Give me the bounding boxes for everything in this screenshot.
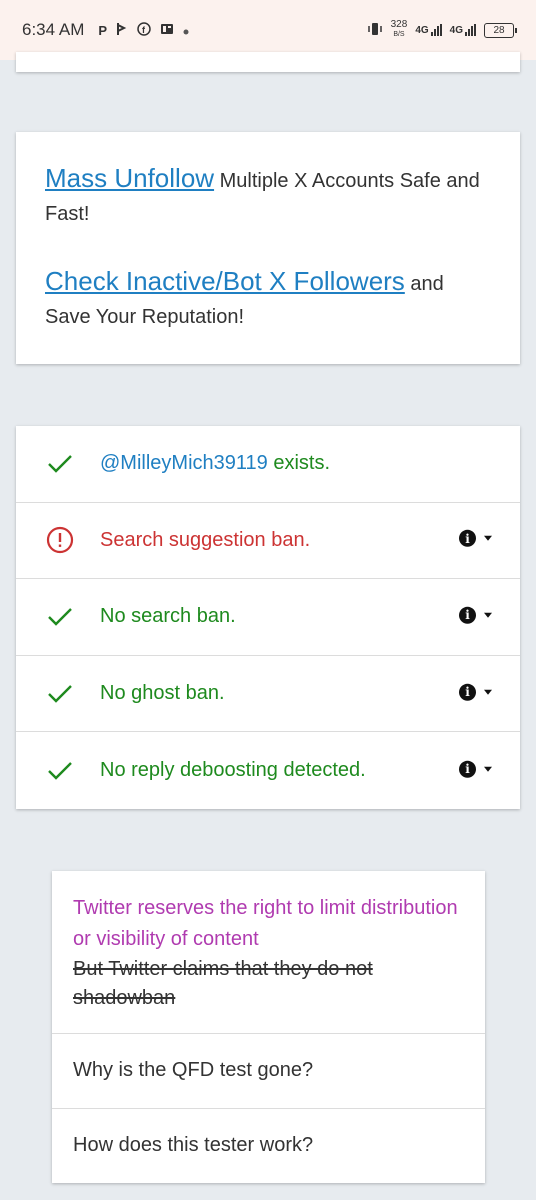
- check-icon: [46, 757, 74, 785]
- faq-card: Twitter reserves the right to limit dist…: [52, 871, 485, 1183]
- p-app-icon: P: [98, 22, 108, 38]
- speed-unit: B/S: [393, 31, 405, 38]
- speed-value: 328: [390, 19, 408, 30]
- network-type-1: 4G: [415, 25, 429, 36]
- faq-notice[interactable]: Twitter reserves the right to limit dist…: [52, 871, 485, 1034]
- notice-text: Twitter reserves the right to limit dist…: [73, 897, 458, 950]
- caret-down-icon[interactable]: [484, 766, 492, 772]
- svg-text:f: f: [142, 25, 146, 35]
- result-text: No reply deboosting detected.: [100, 759, 366, 782]
- news-icon: [160, 22, 174, 39]
- check-icon: [46, 450, 74, 478]
- exists-text: exists.: [267, 452, 331, 475]
- info-icon[interactable]: i: [459, 760, 476, 778]
- battery-icon: 28: [484, 22, 517, 38]
- result-text: Search suggestion ban.: [100, 528, 311, 551]
- expand-toggle[interactable]: i: [459, 760, 492, 778]
- previous-card: [16, 52, 520, 72]
- results-card: @MilleyMich39119 exists. Search suggesti…: [16, 426, 520, 809]
- network-type-2: 4G: [449, 25, 463, 36]
- faq-qfd-test-gone[interactable]: Why is the QFD test gone?: [52, 1034, 485, 1109]
- notice-strike-text: But Twitter claims that they do not shad…: [73, 958, 373, 1009]
- mass-unfollow-link[interactable]: Mass Unfollow: [45, 163, 214, 193]
- faq-question: Why is the QFD test gone?: [73, 1059, 314, 1082]
- promo-line-1: Mass Unfollow Multiple X Accounts Safe a…: [45, 162, 492, 231]
- status-bar: 6:34 AM P f 328 B/S 4G 4G 28: [0, 0, 536, 60]
- result-text: @MilleyMich39119 exists.: [100, 452, 330, 475]
- speed-indicator: 328 B/S: [391, 20, 408, 40]
- info-icon[interactable]: i: [459, 530, 476, 548]
- result-row-ghost-ban[interactable]: No ghost ban. i: [16, 656, 520, 733]
- check-icon: [46, 603, 74, 631]
- result-row-exists: @MilleyMich39119 exists.: [16, 426, 520, 503]
- result-row-search-ban[interactable]: No search ban. i: [16, 579, 520, 656]
- notification-icons: P f: [98, 21, 189, 39]
- faq-question: How does this tester work?: [73, 1134, 314, 1157]
- caret-down-icon[interactable]: [484, 689, 492, 695]
- clock: 6:34 AM: [22, 20, 85, 39]
- result-row-search-suggestion-ban[interactable]: Search suggestion ban. i: [16, 503, 520, 580]
- signal-sim2: 4G: [450, 24, 476, 36]
- info-icon[interactable]: i: [459, 683, 476, 701]
- signal-sim1: 4G: [415, 24, 442, 36]
- facebook-icon: f: [137, 21, 151, 39]
- result-text: No search ban.: [100, 605, 236, 628]
- check-inactive-followers-link[interactable]: Check Inactive/Bot X Followers: [45, 266, 405, 296]
- signal-bars-icon: [430, 24, 442, 36]
- alert-circle-icon: [46, 526, 74, 554]
- faq-how-tester-works[interactable]: How does this tester work?: [52, 1109, 485, 1184]
- vibrate-icon: [367, 22, 383, 39]
- username-link[interactable]: @MilleyMich39119: [100, 452, 268, 474]
- promo-card: Mass Unfollow Multiple X Accounts Safe a…: [16, 132, 520, 364]
- expand-toggle[interactable]: i: [459, 606, 492, 624]
- system-icons: 328 B/S 4G 4G 28: [367, 20, 517, 40]
- dot-icon: [183, 23, 189, 38]
- pinterest-icon: [116, 22, 128, 39]
- result-text: No ghost ban.: [100, 682, 225, 705]
- info-icon[interactable]: i: [459, 606, 476, 624]
- promo-line-2: Check Inactive/Bot X Followers and Save …: [45, 265, 492, 334]
- result-row-reply-deboosting[interactable]: No reply deboosting detected. i: [16, 732, 520, 809]
- caret-down-icon[interactable]: [484, 536, 492, 542]
- battery-level: 28: [493, 24, 505, 36]
- expand-toggle[interactable]: i: [459, 683, 492, 701]
- check-icon: [46, 680, 74, 708]
- caret-down-icon[interactable]: [484, 612, 492, 618]
- signal-bars-icon: [465, 24, 476, 36]
- expand-toggle[interactable]: i: [459, 530, 492, 548]
